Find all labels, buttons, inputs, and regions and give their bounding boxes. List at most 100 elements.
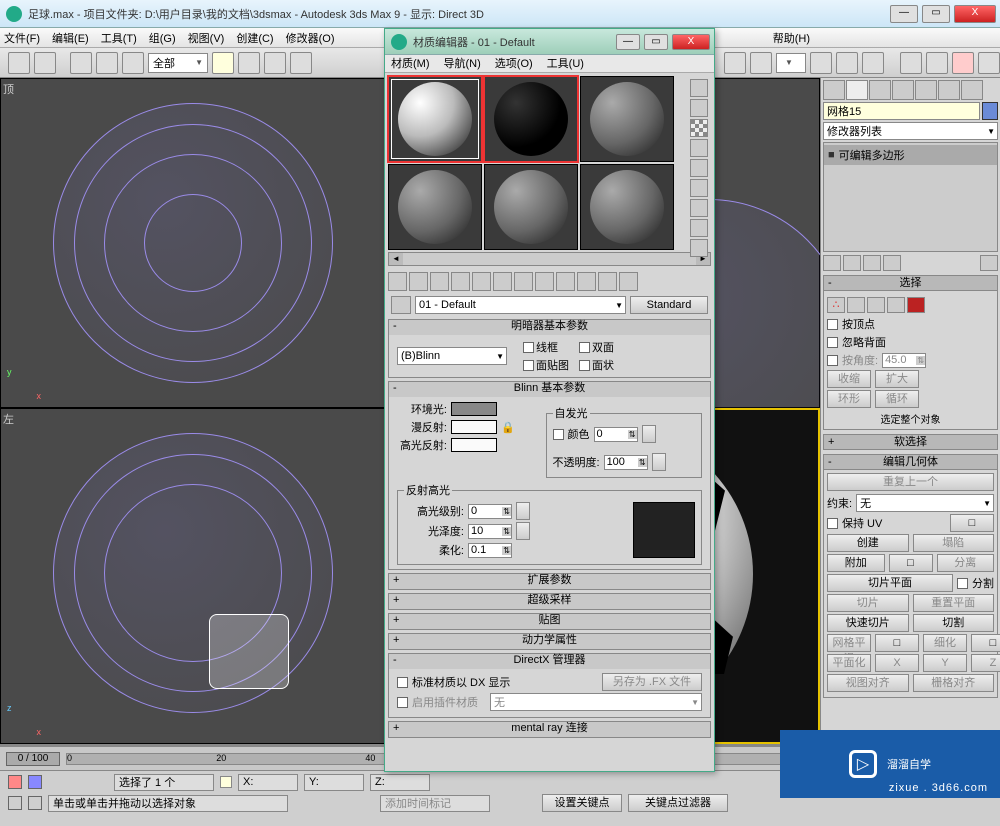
rollout-selection[interactable]: 选择 xyxy=(823,275,998,291)
loop-button[interactable]: 循环 xyxy=(875,390,919,408)
create-tab[interactable] xyxy=(823,80,845,100)
rollout-dynamics[interactable]: 动力学属性 xyxy=(389,634,710,649)
sample-slot-3[interactable] xyxy=(580,76,674,162)
show-end-result-icon[interactable] xyxy=(843,255,861,271)
rollout-soft-sel[interactable]: 软选择 xyxy=(823,434,998,450)
self-illum-spinner[interactable]: 0 xyxy=(594,427,638,442)
mirror-button[interactable] xyxy=(810,52,832,74)
modify-tab[interactable] xyxy=(846,80,868,100)
planar-button[interactable]: 平面化 xyxy=(827,654,871,672)
slice-button[interactable]: 切片 xyxy=(827,594,909,612)
options-icon[interactable] xyxy=(690,199,708,217)
angle-snap-button[interactable] xyxy=(750,52,772,74)
align-button[interactable] xyxy=(836,52,858,74)
material-editor-button[interactable] xyxy=(952,52,974,74)
opacity-spinner[interactable]: 100 xyxy=(604,455,648,470)
rollout-supersample[interactable]: 超级采样 xyxy=(389,594,710,609)
make-unique-icon[interactable] xyxy=(863,255,881,271)
mat-titlebar[interactable]: 材质编辑器 - 01 - Default — ▭ X xyxy=(385,29,714,55)
get-material-icon[interactable] xyxy=(388,272,407,291)
view-align-button[interactable]: 视图对齐 xyxy=(827,674,909,692)
go-sibling-icon[interactable] xyxy=(619,272,638,291)
repeat-button[interactable]: 重复上一个 xyxy=(827,473,994,491)
mat-menu-tools[interactable]: 工具(U) xyxy=(547,55,584,72)
go-parent-icon[interactable] xyxy=(598,272,617,291)
hammer-icon[interactable] xyxy=(961,80,983,100)
menu-file[interactable]: 文件(F) xyxy=(4,30,40,46)
vertex-icon[interactable]: ∴ xyxy=(827,297,845,313)
preserve-uv-check[interactable] xyxy=(827,518,838,529)
rollout-edit-geo[interactable]: 编辑几何体 xyxy=(823,454,998,470)
mat-menubar[interactable]: 材质(M) 导航(N) 选项(O) 工具(U) xyxy=(385,55,714,73)
object-name-field[interactable]: 网格15 xyxy=(823,102,980,120)
trackbar-blue[interactable] xyxy=(28,775,42,789)
assign-to-sel-icon[interactable] xyxy=(430,272,449,291)
attach-button[interactable]: 附加 xyxy=(827,554,885,572)
redo-button[interactable] xyxy=(34,52,56,74)
selection-filter[interactable]: 全部 xyxy=(148,53,208,73)
mat-menu-options[interactable]: 选项(O) xyxy=(495,55,533,72)
link-button[interactable] xyxy=(70,52,92,74)
trackbar-red[interactable] xyxy=(8,775,22,789)
sample-uv-icon[interactable] xyxy=(690,139,708,157)
create-button[interactable]: 创建 xyxy=(827,534,909,552)
soften-spinner[interactable]: 0.1 xyxy=(468,543,512,558)
element-icon[interactable] xyxy=(907,297,925,313)
layer-button[interactable] xyxy=(862,52,884,74)
mat-maximize[interactable]: ▭ xyxy=(644,34,668,50)
backlight-icon[interactable] xyxy=(690,99,708,117)
menu-tools[interactable]: 工具(T) xyxy=(101,30,137,46)
self-illum-check[interactable] xyxy=(553,429,564,440)
ring-button[interactable]: 环形 xyxy=(827,390,871,408)
pick-material-icon[interactable] xyxy=(391,296,411,314)
show-end-icon[interactable] xyxy=(577,272,596,291)
msmooth-button[interactable]: 网格平滑 xyxy=(827,634,871,652)
undo-button[interactable] xyxy=(8,52,30,74)
edge-icon[interactable] xyxy=(847,297,865,313)
unlink-button[interactable] xyxy=(96,52,118,74)
viewport-left[interactable]: 左 zx xyxy=(0,408,386,744)
lock-icon[interactable] xyxy=(220,776,232,788)
key-filters-button[interactable]: 关键点过滤器 xyxy=(628,794,728,812)
coord-x[interactable]: X: xyxy=(238,774,298,791)
slice-plane-button[interactable]: 切片平面 xyxy=(827,574,953,592)
listener-icon[interactable] xyxy=(28,796,42,810)
display-tab[interactable] xyxy=(915,80,937,100)
lock-ad-icon[interactable]: 🔒 xyxy=(501,421,515,434)
motion-tab[interactable] xyxy=(892,80,914,100)
rollout-directx[interactable]: DirectX 管理器 xyxy=(389,654,710,669)
remove-mod-icon[interactable] xyxy=(883,255,901,271)
ambient-swatch[interactable] xyxy=(451,402,497,416)
put-to-scene-icon[interactable] xyxy=(409,272,428,291)
by-angle-check[interactable] xyxy=(827,355,838,366)
grid-align-button[interactable]: 栅格对齐 xyxy=(913,674,995,692)
sample-slot-6[interactable] xyxy=(580,164,674,250)
mat-menu-nav[interactable]: 导航(N) xyxy=(444,55,481,72)
modifier-stack[interactable]: 可编辑多边形 xyxy=(823,142,998,252)
mat-map-nav-icon[interactable] xyxy=(690,239,708,257)
mat-menu-material[interactable]: 材质(M) xyxy=(391,55,430,72)
facemap-check[interactable] xyxy=(523,360,534,371)
sample-slot-2[interactable] xyxy=(484,76,578,162)
render-setup-button[interactable] xyxy=(978,52,1000,74)
add-time-tag[interactable]: 添加时间标记 xyxy=(380,795,490,812)
rollout-shader-basic[interactable]: 明暗器基本参数 xyxy=(389,320,710,335)
select-button[interactable] xyxy=(212,52,234,74)
coord-y[interactable]: Y: xyxy=(304,774,364,791)
menu-create[interactable]: 创建(C) xyxy=(236,30,273,46)
border-icon[interactable] xyxy=(867,297,885,313)
menu-view[interactable]: 视图(V) xyxy=(188,30,225,46)
background-icon[interactable] xyxy=(690,119,708,137)
cut-button[interactable]: 切割 xyxy=(913,614,995,632)
ignore-back-check[interactable] xyxy=(827,337,838,348)
put-to-lib-icon[interactable] xyxy=(514,272,533,291)
wire-check[interactable] xyxy=(523,342,534,353)
shader-combo[interactable]: (B)Blinn xyxy=(397,347,507,365)
maxscript-icon[interactable] xyxy=(8,796,22,810)
configure-icon[interactable] xyxy=(980,255,998,271)
reset-plane-button[interactable]: 重置平面 xyxy=(913,594,995,612)
slot-scroll[interactable] xyxy=(388,252,711,266)
sample-slot-5[interactable] xyxy=(484,164,578,250)
by-vertex-check[interactable] xyxy=(827,319,838,330)
snap-button[interactable] xyxy=(724,52,746,74)
